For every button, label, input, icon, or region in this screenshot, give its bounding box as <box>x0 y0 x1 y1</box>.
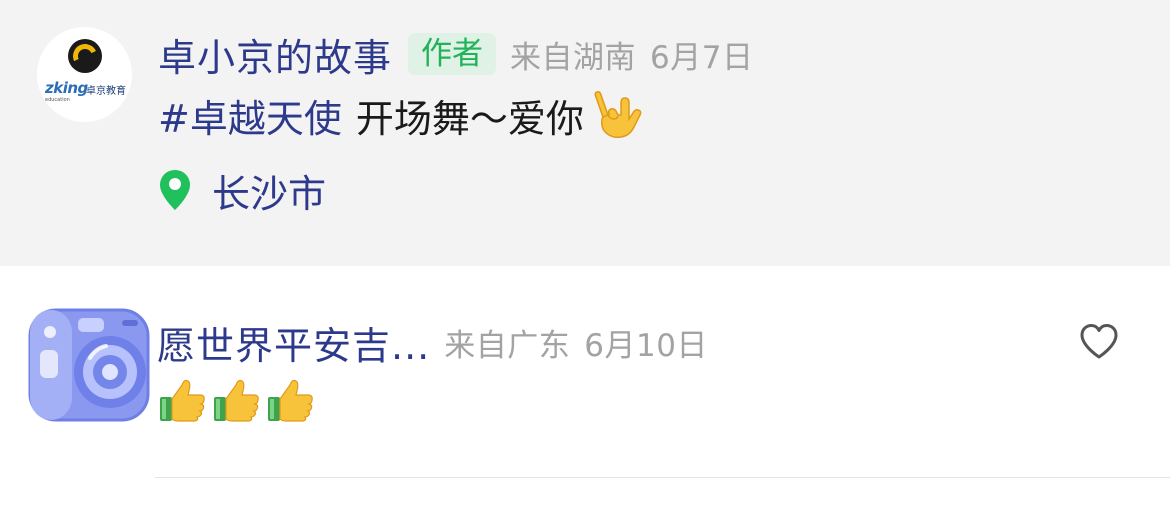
love-you-gesture-emoji <box>594 91 642 139</box>
logo-sub-text: education <box>45 97 70 103</box>
comment-thread: zking 卓京教育 education 卓小京的故事 作者 来自湖南 6月7日… <box>0 0 1170 506</box>
reply-comment[interactable]: 愿世界平安吉... 来自广东 6月10日 <box>0 266 1170 506</box>
thumbs-up-emoji <box>214 379 259 422</box>
comment-date: 6月10日 <box>584 327 708 364</box>
comment-text: 开场舞～爱你 <box>355 96 584 141</box>
author-badge: 作者 <box>408 33 497 75</box>
location-tag[interactable]: 长沙市 <box>158 164 326 216</box>
comment-region: 来自广东 <box>444 327 571 364</box>
heart-outline-icon[interactable] <box>1078 322 1120 362</box>
logo-cn-text: 卓京教育 <box>86 86 126 97</box>
zking-logo-icon <box>68 39 102 73</box>
thumbs-up-emoji <box>160 379 205 422</box>
avatar[interactable]: zking 卓京教育 education <box>37 27 132 122</box>
comment-header: 愿世界平安吉... 来自广东 6月10日 <box>157 316 708 368</box>
instant-camera-icon[interactable] <box>26 306 152 424</box>
comment-region: 来自湖南 <box>510 39 637 76</box>
thumbs-up-emoji <box>268 379 313 422</box>
logo-text: zking <box>45 79 88 97</box>
divider <box>155 477 1170 478</box>
commenter-name[interactable]: 卓小京的故事 <box>158 27 392 82</box>
location-pin-icon <box>160 170 190 210</box>
hashtag-link[interactable]: #卓越天使 <box>158 88 342 143</box>
location-label[interactable]: 长沙市 <box>212 163 326 218</box>
commenter-name[interactable]: 愿世界平安吉... <box>157 315 430 370</box>
author-comment[interactable]: zking 卓京教育 education 卓小京的故事 作者 来自湖南 6月7日… <box>0 0 1170 266</box>
reply-content <box>158 374 316 426</box>
comment-date: 6月7日 <box>650 39 754 76</box>
comment-content: #卓越天使 开场舞～爱你 <box>158 89 644 141</box>
comment-header: 卓小京的故事 作者 来自湖南 6月7日 <box>158 28 753 80</box>
